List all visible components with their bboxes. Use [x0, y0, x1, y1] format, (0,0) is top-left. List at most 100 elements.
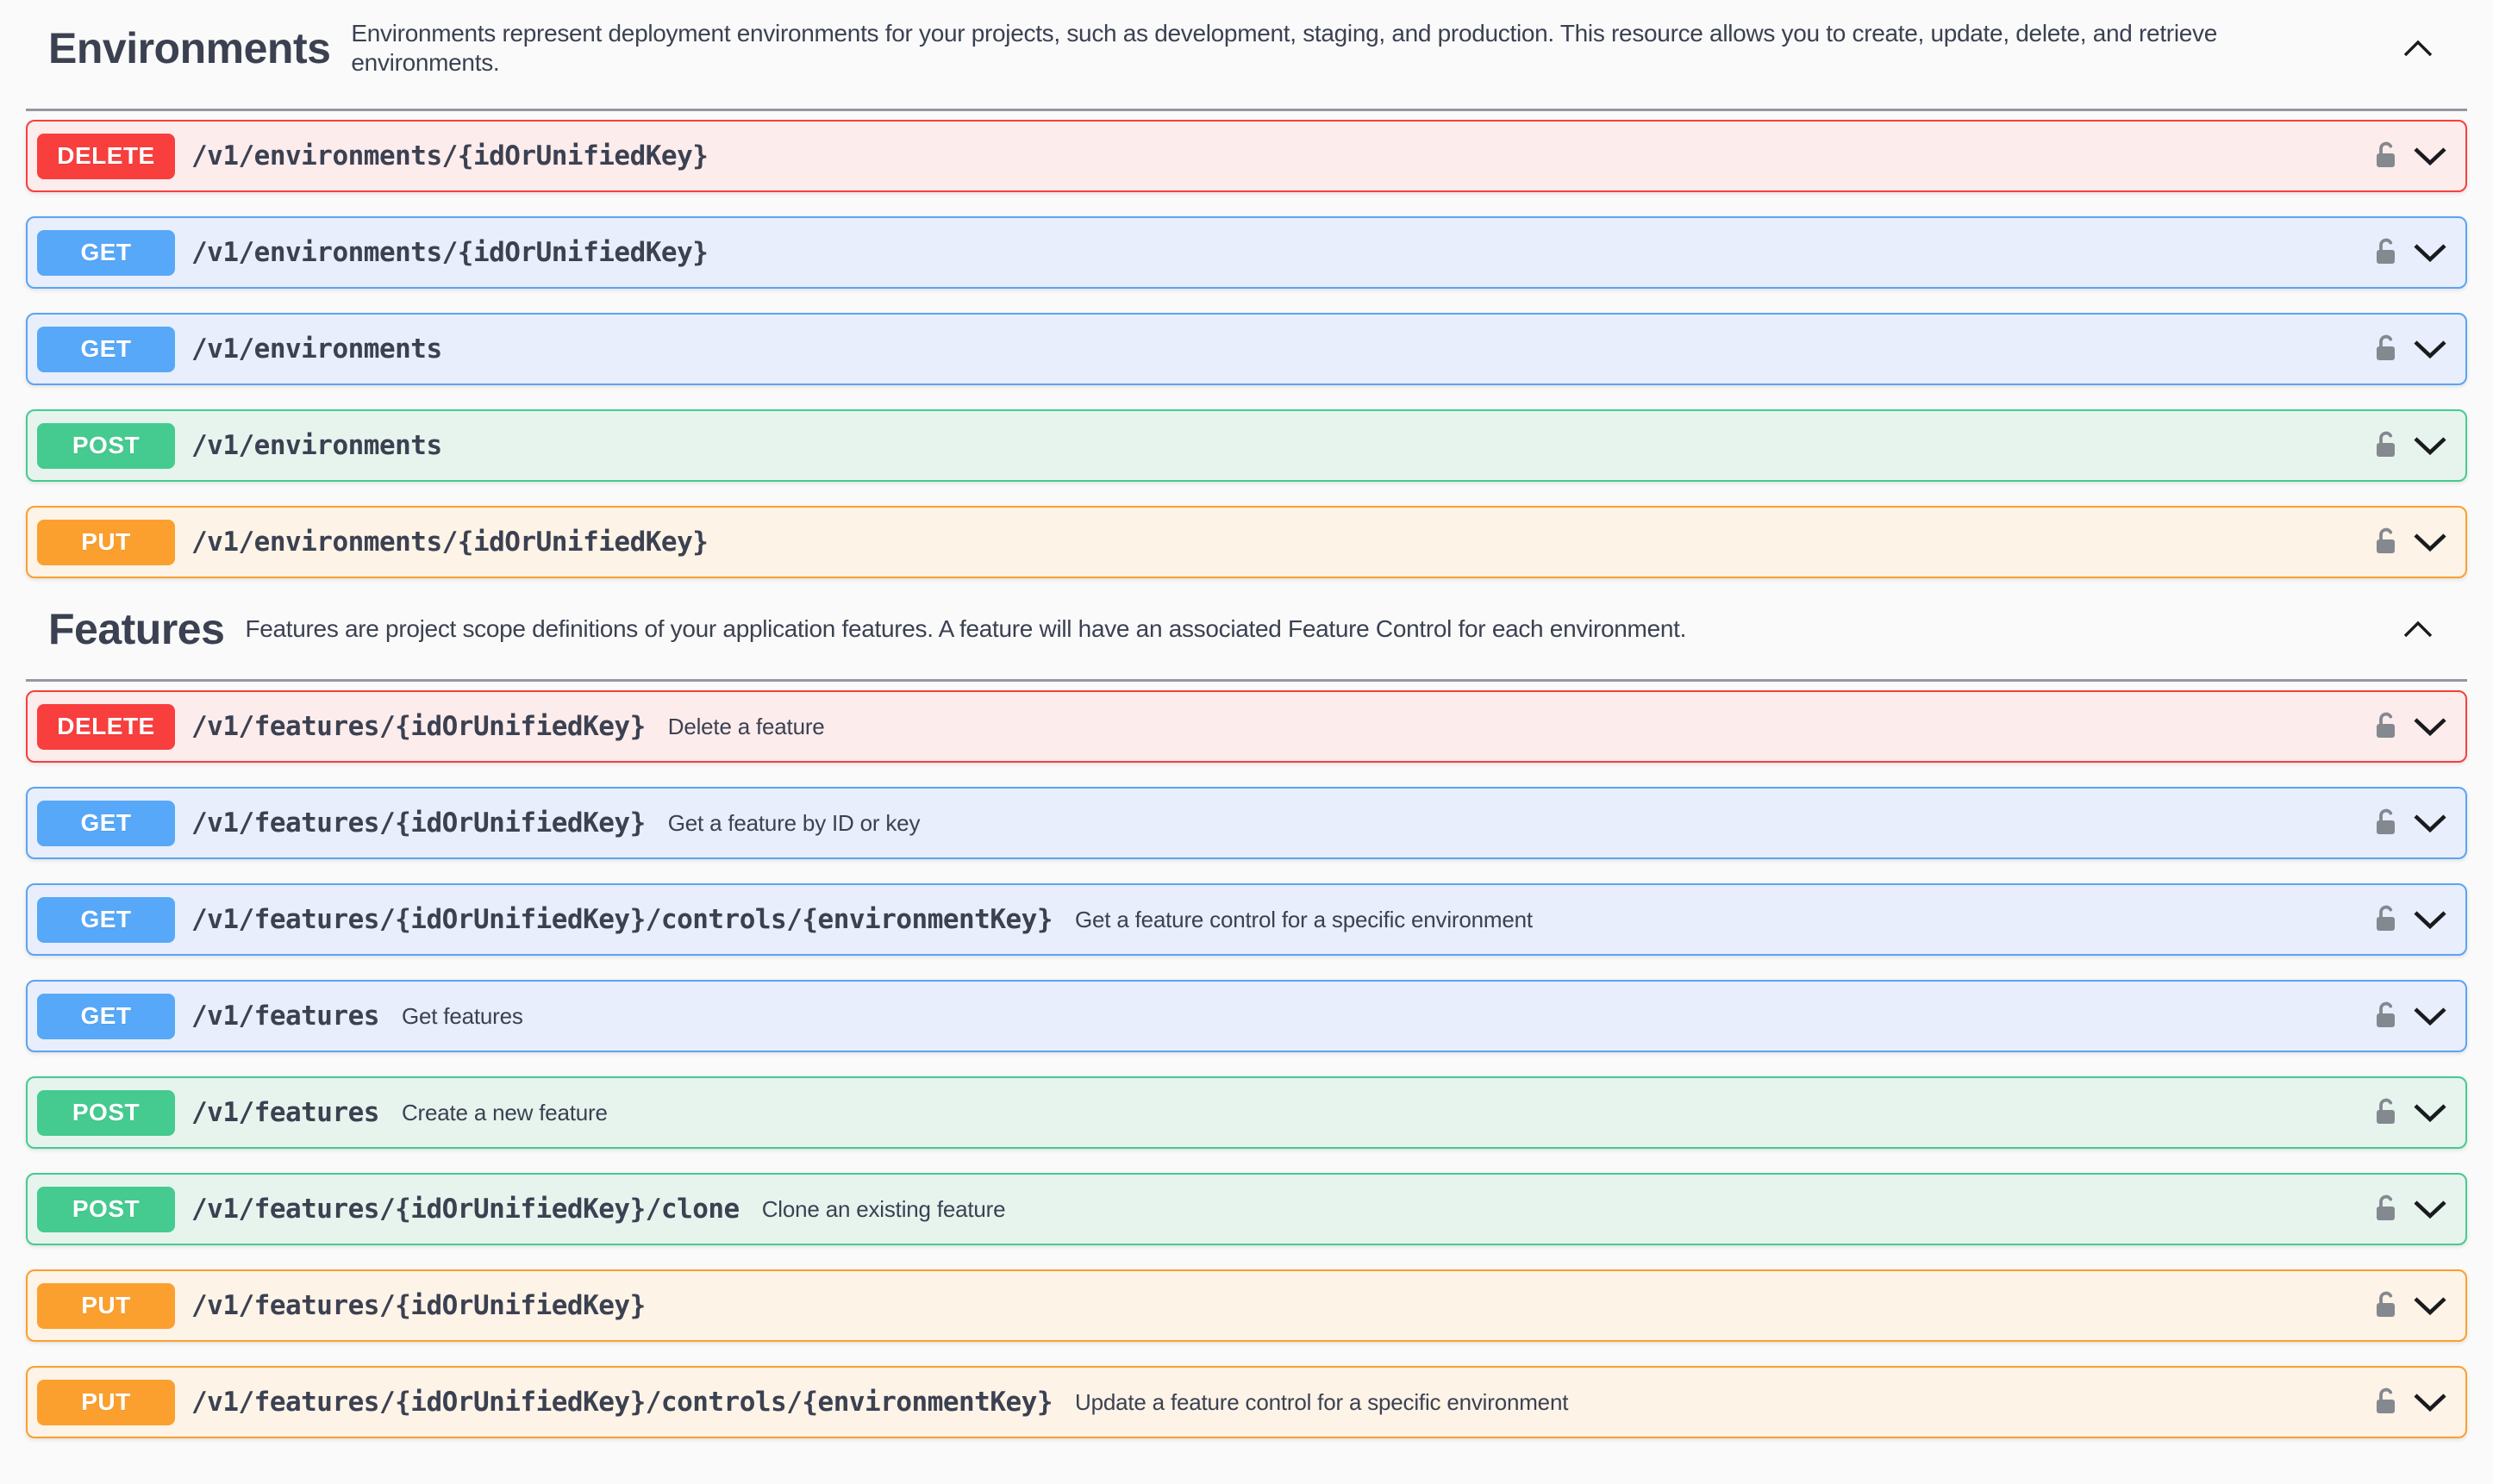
section-header[interactable]: Environments Environments represent depl…	[26, 19, 2467, 78]
expand-row-button[interactable]	[2412, 714, 2448, 739]
auth-lock-button[interactable]	[2371, 903, 2400, 936]
unlocked-padlock-icon	[2371, 903, 2400, 936]
auth-lock-button[interactable]	[2371, 429, 2400, 462]
collapse-section-button[interactable]	[2393, 32, 2443, 65]
chevron-down-icon	[2412, 433, 2448, 458]
section-title: Environments	[48, 22, 330, 74]
expand-row-button[interactable]	[2412, 530, 2448, 554]
chevron-down-icon	[2412, 714, 2448, 739]
endpoint-row[interactable]: PUT /v1/environments/{idOrUnifiedKey}	[26, 506, 2467, 578]
endpoint-path: /v1/features	[191, 1097, 379, 1128]
section-description: Environments represent deployment enviro…	[351, 19, 2359, 78]
endpoint-path: /v1/features	[191, 1001, 379, 1032]
unlocked-padlock-icon	[2371, 526, 2400, 558]
auth-lock-button[interactable]	[2371, 1096, 2400, 1129]
unlocked-padlock-icon	[2371, 710, 2400, 743]
expand-row-button[interactable]	[2412, 144, 2448, 168]
row-actions	[2371, 903, 2448, 936]
expand-row-button[interactable]	[2412, 1004, 2448, 1028]
row-actions	[2371, 140, 2448, 172]
auth-lock-button[interactable]	[2371, 1289, 2400, 1322]
method-badge: PUT	[37, 1380, 175, 1425]
auth-lock-button[interactable]	[2371, 1193, 2400, 1225]
endpoint-row[interactable]: GET /v1/features/{idOrUnifiedKey}/contro…	[26, 883, 2467, 956]
method-badge: POST	[37, 423, 175, 469]
auth-lock-button[interactable]	[2371, 526, 2400, 558]
endpoint-row[interactable]: GET /v1/features Get features	[26, 980, 2467, 1052]
unlocked-padlock-icon	[2371, 429, 2400, 462]
endpoint-summary: Clone an existing feature	[762, 1196, 1006, 1223]
method-badge: DELETE	[37, 134, 175, 179]
row-actions	[2371, 1193, 2448, 1225]
endpoint-path: /v1/environments/{idOrUnifiedKey}	[191, 527, 708, 558]
auth-lock-button[interactable]	[2371, 1000, 2400, 1032]
chevron-down-icon	[2412, 1390, 2448, 1414]
expand-row-button[interactable]	[2412, 1197, 2448, 1221]
chevron-up-icon	[2402, 37, 2434, 59]
expand-row-button[interactable]	[2412, 811, 2448, 835]
endpoint-path: /v1/environments/{idOrUnifiedKey}	[191, 237, 708, 268]
chevron-down-icon	[2412, 240, 2448, 265]
endpoint-row[interactable]: PUT /v1/features/{idOrUnifiedKey}/contro…	[26, 1366, 2467, 1438]
auth-lock-button[interactable]	[2371, 333, 2400, 365]
sections-root: Environments Environments represent depl…	[26, 19, 2467, 1438]
row-actions	[2371, 1386, 2448, 1419]
endpoint-row[interactable]: POST /v1/environments	[26, 409, 2467, 482]
endpoint-path: /v1/features/{idOrUnifiedKey}/clone	[191, 1194, 740, 1225]
method-badge: POST	[37, 1187, 175, 1232]
endpoint-path: /v1/features/{idOrUnifiedKey}	[191, 1290, 646, 1321]
auth-lock-button[interactable]	[2371, 710, 2400, 743]
section-header[interactable]: Features Features are project scope defi…	[26, 603, 2467, 655]
section-title: Features	[48, 603, 224, 655]
endpoint-list: DELETE /v1/environments/{idOrUnifiedKey}…	[26, 111, 2467, 578]
endpoint-summary: Get a feature by ID or key	[668, 810, 921, 837]
method-badge: GET	[37, 230, 175, 276]
auth-lock-button[interactable]	[2371, 140, 2400, 172]
expand-row-button[interactable]	[2412, 907, 2448, 932]
method-badge: POST	[37, 1090, 175, 1136]
expand-row-button[interactable]	[2412, 240, 2448, 265]
unlocked-padlock-icon	[2371, 1096, 2400, 1129]
endpoint-row[interactable]: POST /v1/features Create a new feature	[26, 1076, 2467, 1149]
expand-row-button[interactable]	[2412, 1101, 2448, 1125]
expand-row-button[interactable]	[2412, 1390, 2448, 1414]
method-badge: PUT	[37, 520, 175, 565]
section-description: Features are project scope definitions o…	[245, 614, 1686, 644]
endpoint-row[interactable]: POST /v1/features/{idOrUnifiedKey}/clone…	[26, 1173, 2467, 1245]
collapse-section-button[interactable]	[2393, 613, 2443, 645]
api-section: Environments Environments represent depl…	[26, 19, 2467, 578]
chevron-down-icon	[2412, 1294, 2448, 1318]
auth-lock-button[interactable]	[2371, 807, 2400, 839]
chevron-down-icon	[2412, 1101, 2448, 1125]
endpoint-row[interactable]: GET /v1/environments/{idOrUnifiedKey}	[26, 216, 2467, 289]
api-reference-page: Environments Environments represent depl…	[0, 0, 2493, 1438]
endpoint-summary: Delete a feature	[668, 714, 825, 740]
method-badge: PUT	[37, 1283, 175, 1329]
row-actions	[2371, 1096, 2448, 1129]
method-badge: GET	[37, 327, 175, 372]
auth-lock-button[interactable]	[2371, 236, 2400, 269]
endpoint-row[interactable]: DELETE /v1/environments/{idOrUnifiedKey}	[26, 120, 2467, 192]
method-badge: GET	[37, 897, 175, 943]
endpoint-summary: Create a new feature	[402, 1100, 608, 1126]
endpoint-row[interactable]: GET /v1/environments	[26, 313, 2467, 385]
expand-row-button[interactable]	[2412, 433, 2448, 458]
chevron-up-icon	[2402, 618, 2434, 640]
endpoint-row[interactable]: GET /v1/features/{idOrUnifiedKey} Get a …	[26, 787, 2467, 859]
endpoint-row[interactable]: PUT /v1/features/{idOrUnifiedKey}	[26, 1269, 2467, 1342]
expand-row-button[interactable]	[2412, 1294, 2448, 1318]
endpoint-summary: Get features	[402, 1003, 523, 1030]
expand-row-button[interactable]	[2412, 337, 2448, 361]
row-actions	[2371, 807, 2448, 839]
endpoint-path: /v1/environments	[191, 430, 442, 461]
endpoint-path: /v1/environments/{idOrUnifiedKey}	[191, 140, 708, 171]
row-actions	[2371, 429, 2448, 462]
unlocked-padlock-icon	[2371, 1386, 2400, 1419]
endpoint-path: /v1/features/{idOrUnifiedKey}	[191, 807, 646, 839]
row-actions	[2371, 333, 2448, 365]
row-actions	[2371, 1289, 2448, 1322]
endpoint-row[interactable]: DELETE /v1/features/{idOrUnifiedKey} Del…	[26, 690, 2467, 763]
unlocked-padlock-icon	[2371, 236, 2400, 269]
auth-lock-button[interactable]	[2371, 1386, 2400, 1419]
unlocked-padlock-icon	[2371, 1289, 2400, 1322]
